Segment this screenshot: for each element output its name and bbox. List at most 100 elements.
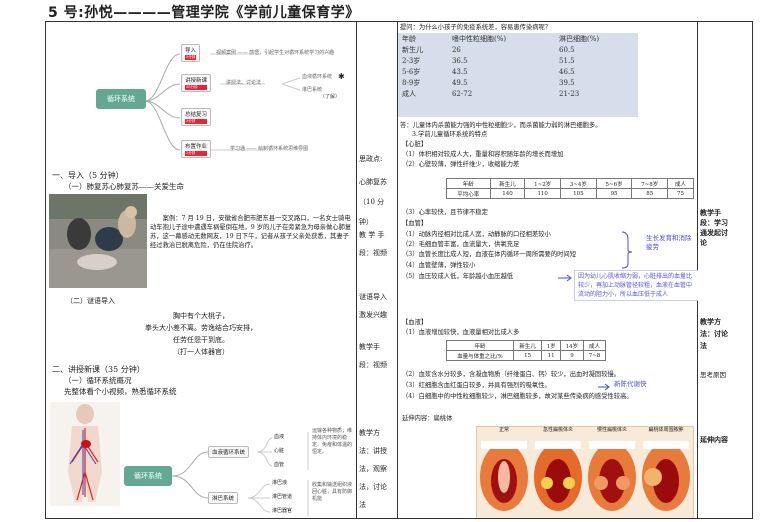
cell: 血量与体重之比/% [446, 350, 514, 361]
method-video-2: 教学手 段：视频 [359, 338, 387, 374]
node-new-lesson-tag: 35分钟 [185, 85, 208, 90]
table-row: 成人 62-72 21-23 [398, 88, 638, 99]
cell: 新生儿 [489, 178, 526, 189]
cell: 5~6岁 [595, 178, 633, 189]
node-intro-label: 导入 [185, 48, 197, 54]
heart-item-2: （2）心壁较薄，弹性纤维少，收缩能力差 [402, 161, 520, 168]
tonsil-label-row: 正常 急性扁桃体炎 慢性扁桃体炎 扁桃体周围脓肿 [477, 427, 693, 436]
right-method-2-line3: 法 [700, 341, 707, 350]
right-method-2-line1: 教学方 [700, 317, 721, 326]
tonsil-label-normal: 正常 [498, 427, 509, 433]
right-extension: 延伸内容 [700, 435, 728, 444]
cell: 46.5 [559, 67, 575, 76]
ideology-point: 思政点: [359, 155, 383, 163]
notes-column: 教学手 段：学习 通发起讨 论 教学方 法：讨论 法 思考原因 延伸内容 [698, 22, 754, 518]
mindmap-circulation: 循环系统 血液循环系统 淋巴系统 血液 心脏 血管 淋巴液 淋巴管道 淋巴器官 … [122, 418, 356, 518]
lesson-plan-table: 循环系统 导入 5分钟 讲授新课 35分钟 总结复习 3分钟 布置作业 2分钟 视频案例… [45, 21, 753, 519]
content-column: 提问：为什么小孩子的免疫系统差，容易患传染病呢？ 年龄 嗜中性粒细胞(%) 淋巴细胞… [398, 22, 698, 518]
cell: 成人 [583, 340, 606, 351]
cell: 2-3岁 [402, 56, 421, 65]
extension-label: 延伸内容：扁桃体 [402, 415, 453, 422]
table-row: 5-6岁 43.5 46.5 [398, 66, 638, 77]
method-video-1: 教 学 手 段：视频 [359, 226, 387, 262]
right-method-1-line3: 通发起讨 [700, 228, 728, 237]
answer-text: 答：儿童体内杀菌能力强的中性粒细胞少，而杀菌能力弱的淋巴细胞多。 [400, 122, 602, 129]
lymph-note: 收集和输送组织液回心脏，具有防御机能 [312, 482, 353, 502]
method-video-1-line1: 教 学 手 [359, 231, 385, 239]
node-homework: 布置作业 2分钟 [181, 140, 212, 158]
right-method-1-line4: 论 [700, 238, 707, 247]
right-method-1-line2: 段：学习 [700, 218, 728, 227]
throat-chronic [588, 441, 636, 511]
circulation-diagram [50, 402, 120, 506]
table-row: 8-9岁 49.5 39.5 [398, 77, 638, 88]
cell: 8-9岁 [402, 78, 421, 87]
immune-table: 年龄 嗜中性粒细胞(%) 淋巴细胞(%) 新生儿 26 60.5 2-3岁 36.5 51.… [398, 33, 638, 117]
cell: 85 [631, 188, 669, 199]
node-homework-label: 布置作业 [185, 144, 208, 150]
tonsil-images [480, 441, 690, 511]
cell: 36.5 [451, 56, 468, 65]
riddle-heading: （二）谜语导入 [66, 297, 115, 305]
section-lecture-sub2: 先整体看个小视频，熟悉循环系统 [64, 387, 177, 396]
cell: 1岁 [541, 340, 561, 351]
table-header: 年龄 嗜中性粒细胞(%) 淋巴细胞(%) [398, 33, 638, 44]
node-intro-tag: 5分钟 [185, 55, 197, 60]
vessel-heading: 【血管】 [402, 220, 428, 227]
blood-item-4: （4）白细胞中的中性粒细胞较少，淋巴细胞较多，故对某些传染病的感受性较高。 [402, 393, 633, 400]
tonsil-label-abscess: 扁桃体周围脓肿 [648, 427, 684, 433]
heart-item-3: （3）心率较快，且节律不稳定 [402, 209, 488, 216]
riddle-intro-line1: 谜语导入 [359, 293, 387, 301]
note-blood-pressure: 因为幼儿心肌收缩力弱，心脏排出的血量比较少，再加上动脉管径较粗，血液在血管中流动… [574, 270, 698, 301]
cell: 14岁 [559, 340, 585, 351]
node-homework-desc: 学习通 —— 绘制循环系统思维导图 [230, 146, 309, 152]
cell: 7~8岁 [631, 178, 669, 189]
heart-item-1: （1）体积相对较成人大，重量和容积随年龄的增长而增加 [402, 151, 564, 158]
cell: 140 [489, 188, 526, 199]
th-age: 年龄 [402, 34, 416, 43]
blood-item-2: 心脏 [274, 448, 285, 454]
cell: 3~4岁 [560, 178, 597, 189]
riddle-line-1: 胸中有个大桃子， [173, 312, 229, 320]
cell: 49.5 [451, 78, 468, 87]
method-lecture-line3: 法，观察 [359, 465, 387, 473]
right-method-1: 教学手 段：学习 通发起讨 论 [700, 208, 728, 248]
method-lecture-line4: 法，讨论 [359, 483, 387, 491]
method-lecture-line1: 教学方 [359, 429, 380, 437]
node-new-lesson-desc: 讲授法、讨论法 [226, 80, 262, 86]
method-video-1-line2: 段：视频 [359, 249, 387, 257]
arrow-icon [558, 274, 572, 282]
lymph-item-3: 淋巴器官 [272, 508, 293, 514]
right-think: 思考原因 [700, 371, 726, 379]
throat-normal [480, 441, 528, 511]
heart-rate-table: 年龄 新生儿 1~2岁 3~4岁 5~6岁 7~8岁 成人 平均心率 140 110 105 95 8… [446, 178, 694, 199]
vessel-item-2: （2）毛细血管丰富，血流量大，供氧充足 [402, 241, 520, 248]
riddle-line-3: 任劳任怨干到底。 [173, 336, 229, 344]
question-text: 提问：为什么小孩子的免疫系统差，容易患传染病呢？ [400, 24, 552, 31]
review-line-1: 心肺复苏 [359, 178, 387, 186]
cell: 11 [541, 350, 561, 361]
mindmap2-center: 循环系统 [124, 466, 172, 486]
vessel-item-4: （4）血管壁薄，弹性较小 [402, 262, 476, 269]
cell: 62-72 [451, 89, 473, 98]
section-lecture-heading: 二、讲授新课（35 分钟） [52, 365, 145, 374]
sub-blood: 血液循环系统 [302, 74, 333, 80]
star-icon: ✱ [338, 72, 345, 81]
table-row: 新生儿 26 60.5 [398, 44, 638, 55]
blood-item-3: 血管 [274, 462, 285, 468]
left-column: 循环系统 导入 5分钟 讲授新课 35分钟 总结复习 3分钟 布置作业 2分钟 视频案例… [46, 22, 356, 518]
mindmap-overview: 循环系统 导入 5分钟 讲授新课 35分钟 总结复习 3分钟 布置作业 2分钟 视频案例… [50, 26, 350, 166]
note-metabolism: 新陈代谢快 [614, 380, 647, 388]
cell: 成人 [402, 89, 416, 98]
branch-blood: 血液循环系统 [208, 446, 250, 458]
cell: 5-6岁 [402, 67, 421, 76]
cell: 51.5 [559, 56, 575, 65]
throat-acute [534, 441, 582, 511]
blood-item-2: （2）血浆含水分较多，含凝血物质（纤维蛋白、钙）较少，出血时凝固较慢。 [402, 371, 621, 378]
document-title: 5 号:孙悦————管理学院《学前儿童保育学》 [48, 5, 360, 21]
cell: 43.5 [451, 67, 468, 76]
cell: 26 [451, 45, 461, 54]
th-lymphocyte: 淋巴细胞(%) [559, 34, 600, 43]
method-video-2-line2: 段：视频 [359, 361, 387, 369]
riddle-intro-line2: 激发兴趣 [359, 311, 387, 319]
